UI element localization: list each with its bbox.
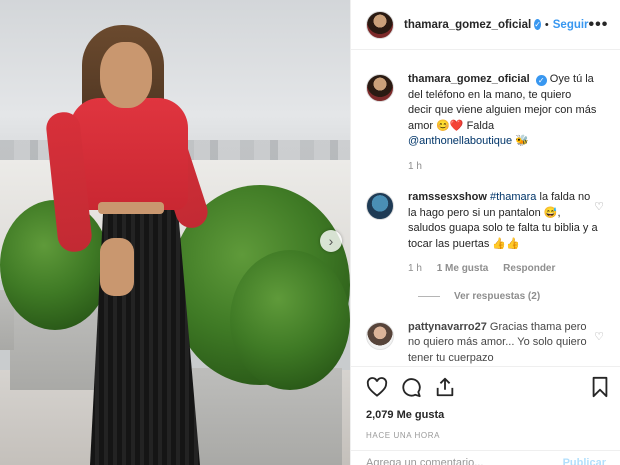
chevron-right-icon: › <box>328 233 334 249</box>
heart-icon[interactable] <box>366 377 388 397</box>
header-username[interactable]: thamara_gomez_oficial <box>404 19 531 31</box>
avatar[interactable] <box>366 192 394 220</box>
hashtag-link[interactable]: #thamara <box>490 191 536 203</box>
mention-link[interactable]: @anthonellaboutique <box>408 135 512 147</box>
post-photo[interactable]: › <box>0 0 350 465</box>
view-replies[interactable]: Ver respuestas (2) <box>418 291 606 302</box>
more-options-icon[interactable]: ••• <box>589 16 609 34</box>
add-comment-bar: Agrega un comentario... Publicar <box>351 450 620 465</box>
comment-body: pattynavarro27 Gracias thama pero no qui… <box>408 320 598 367</box>
post-timestamp: HACE UNA HORA <box>366 431 441 440</box>
reply-button[interactable]: Responder <box>503 263 555 274</box>
share-icon[interactable] <box>434 376 456 398</box>
midriff <box>98 202 164 214</box>
action-icons <box>366 375 609 399</box>
caption-username[interactable]: thamara_gomez_oficial <box>408 73 530 85</box>
comment-meta: 1 h 1 Me gusta Responder <box>408 261 598 277</box>
caption-meta: 1 h <box>408 159 598 175</box>
bush-right-lower <box>230 250 350 390</box>
comment-item: pattynavarro27 Gracias thama pero no qui… <box>366 320 606 367</box>
post-panel: thamara_gomez_oficial ✓ • Seguir ••• tha… <box>350 0 620 465</box>
comment-time[interactable]: 1 h <box>408 263 422 274</box>
follow-button[interactable]: Seguir <box>553 19 589 31</box>
avatar[interactable] <box>366 74 394 102</box>
hand <box>100 238 134 296</box>
next-photo-button[interactable]: › <box>320 230 342 252</box>
verified-badge-icon: ✓ <box>534 19 541 30</box>
bee-emoji: 🐝 <box>515 135 529 147</box>
face <box>100 42 152 108</box>
red-top <box>70 98 188 210</box>
post-header: thamara_gomez_oficial ✓ • Seguir ••• <box>351 0 620 50</box>
avatar[interactable] <box>366 10 394 39</box>
caption-body: thamara_gomez_oficial ✓ Oye tú la del te… <box>408 72 598 174</box>
post-comment-button[interactable]: Publicar <box>563 457 606 465</box>
comment-likes[interactable]: 1 Me gusta <box>437 263 489 274</box>
caption: thamara_gomez_oficial ✓ Oye tú la del te… <box>366 72 606 174</box>
add-comment-input[interactable]: Agrega un comentario... <box>366 457 483 465</box>
comments-list[interactable]: thamara_gomez_oficial ✓ Oye tú la del te… <box>351 58 620 366</box>
comment-icon[interactable] <box>400 376 422 398</box>
comment-like-heart-icon[interactable]: ♡ <box>594 330 604 343</box>
bookmark-icon[interactable] <box>591 376 609 398</box>
verified-badge-icon: ✓ <box>535 75 547 86</box>
separator-dot: • <box>544 18 549 31</box>
likes-count[interactable]: 2,079 Me gusta <box>366 409 609 421</box>
replies-line <box>418 295 440 297</box>
avatar[interactable] <box>366 321 394 350</box>
comment-like-heart-icon[interactable]: ♡ <box>594 200 604 213</box>
view-replies-label[interactable]: Ver respuestas (2) <box>454 291 540 302</box>
comment-username[interactable]: pattynavarro27 <box>408 321 487 333</box>
comment-body: ramssesxshow #thamara la falda no la hag… <box>408 190 598 277</box>
caption-time[interactable]: 1 h <box>408 161 422 172</box>
comment-item: ramssesxshow #thamara la falda no la hag… <box>366 190 606 277</box>
comment-username[interactable]: ramssesxshow <box>408 191 487 203</box>
post-actions: 2,079 Me gusta HACE UNA HORA <box>351 366 620 440</box>
